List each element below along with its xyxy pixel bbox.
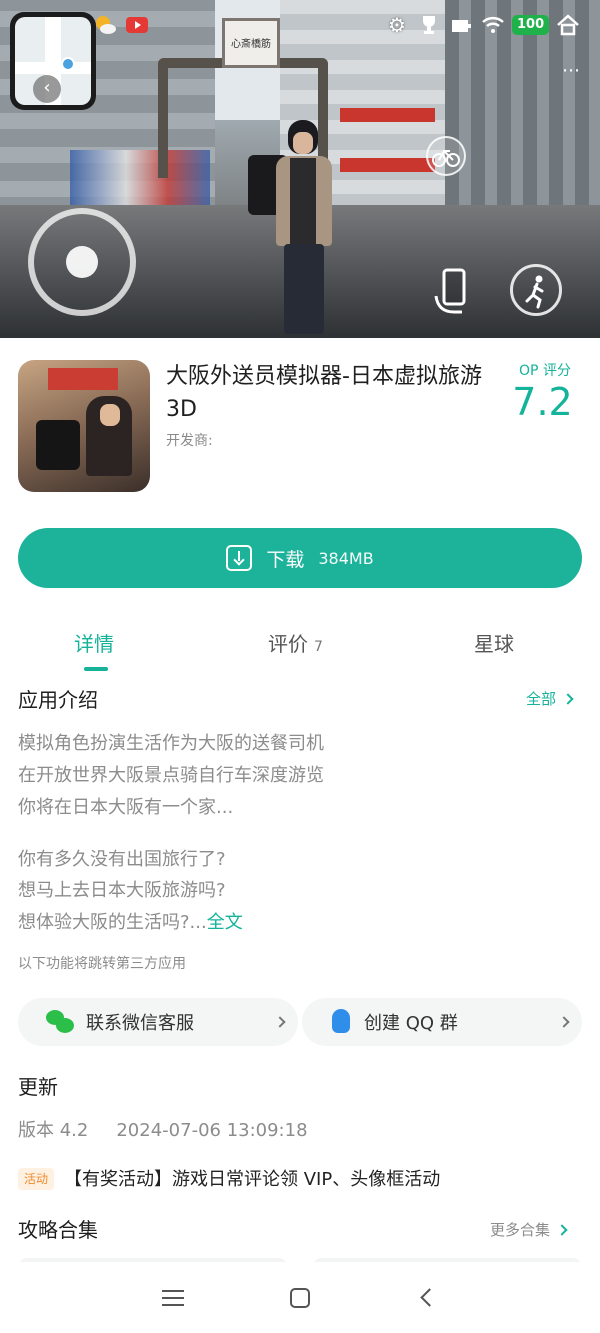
qq-label: 创建 QQ 群 xyxy=(364,1013,458,1034)
review-count: 7 xyxy=(314,639,323,655)
wechat-service-button[interactable]: 联系微信客服 xyxy=(18,998,298,1046)
intro-all-label: 全部 xyxy=(526,690,557,708)
op-rating-score: 7.2 xyxy=(512,380,573,424)
wifi-icon xyxy=(480,12,506,38)
op-rating-label: OP 评分 xyxy=(519,363,571,379)
phone-icon[interactable] xyxy=(432,266,478,316)
read-more-link[interactable]: 全文 xyxy=(207,912,243,933)
settings-icon[interactable]: ⚙ xyxy=(384,12,410,38)
intro-line: 你将在日本大阪有一个家... xyxy=(18,797,234,818)
home-button-icon[interactable] xyxy=(285,1283,315,1313)
wechat-label: 联系微信客服 xyxy=(86,1013,194,1034)
guides-more-link[interactable]: 更多合集 xyxy=(490,1219,568,1240)
create-qq-group-button[interactable]: 创建 QQ 群 xyxy=(302,998,582,1046)
tab-label: 评价 xyxy=(268,632,308,656)
tab-details[interactable]: 详情 xyxy=(74,628,114,657)
intro-line: 在开放世界大阪景点骑自行车深度游览 xyxy=(18,765,324,786)
bike-icon[interactable] xyxy=(426,136,466,176)
tab-label: 星球 xyxy=(474,632,514,656)
home-icon[interactable] xyxy=(555,12,581,38)
trophy-icon[interactable] xyxy=(416,12,442,38)
player-location-icon xyxy=(61,57,75,71)
guides-title: 攻略合集 xyxy=(18,1218,98,1242)
app-icon xyxy=(18,360,150,492)
download-size: 384MB xyxy=(318,548,374,568)
battery-icon: 100 xyxy=(512,15,550,35)
weather-icon xyxy=(92,12,118,38)
system-nav-bar xyxy=(0,1262,600,1333)
intro-line: 你有多久没有出国旅行了? xyxy=(18,849,226,870)
tab-planet[interactable]: 星球 xyxy=(474,628,514,657)
chevron-right-icon xyxy=(562,692,574,705)
chevron-right-icon xyxy=(274,1016,286,1028)
minimap[interactable]: ‹ xyxy=(10,12,96,110)
intro-all-link[interactable]: 全部 xyxy=(526,688,574,709)
tab-label: 详情 xyxy=(74,632,114,656)
intro-line: 模拟角色扮演生活作为大阪的送餐司机 xyxy=(18,733,324,754)
active-tab-indicator xyxy=(84,667,108,671)
version-number: 版本 4.2 xyxy=(18,1120,89,1141)
tab-reviews[interactable]: 评价 7 xyxy=(268,628,323,657)
guides-more-label: 更多合集 xyxy=(490,1221,551,1239)
joystick[interactable] xyxy=(28,208,136,316)
chevron-right-icon xyxy=(558,1016,570,1028)
minimap-back-icon[interactable]: ‹ xyxy=(33,75,61,103)
update-title: 更新 xyxy=(18,1075,58,1099)
arcade-sign: 心斎橋筋 xyxy=(222,18,280,68)
third-party-notice: 以下功能将跳转第三方应用 xyxy=(18,956,186,972)
more-icon[interactable]: ⋯ xyxy=(562,60,582,81)
developer-label: 开发商: xyxy=(166,433,213,449)
player-character xyxy=(268,120,338,335)
download-label: 下载 xyxy=(266,548,305,571)
app-title: 大阪外送员模拟器-日本虚拟旅游 3D xyxy=(166,364,482,422)
intro-line: 想体验大阪的生活吗?... xyxy=(18,912,207,933)
signal-icon xyxy=(448,12,474,38)
chevron-right-icon xyxy=(556,1223,568,1236)
game-screenshot-banner[interactable]: 心斎橋筋 ‹ ⚙ 100 ⋯ xyxy=(0,0,600,338)
intro-line: 想马上去日本大阪旅游吗? xyxy=(18,880,226,901)
qq-icon xyxy=(330,1009,352,1035)
download-icon xyxy=(226,545,253,571)
back-icon[interactable] xyxy=(412,1283,442,1313)
menu-icon[interactable] xyxy=(158,1283,188,1313)
version-info: 版本 4.2 2024-07-06 13:09:18 xyxy=(18,1116,308,1142)
hud-status-right: ⚙ 100 xyxy=(384,12,581,38)
sprint-icon[interactable] xyxy=(510,264,562,316)
event-link[interactable]: 【有奖活动】游戏日常评论领 VIP、头像框活动 xyxy=(64,1165,440,1191)
download-button[interactable]: 下载 384MB xyxy=(18,528,582,588)
intro-line-last: 想体验大阪的生活吗?...全文 xyxy=(18,908,243,934)
event-badge: 活动 xyxy=(18,1168,54,1190)
joystick-knob[interactable] xyxy=(66,246,98,278)
wechat-icon xyxy=(46,1010,74,1034)
update-date: 2024-07-06 13:09:18 xyxy=(116,1120,308,1141)
intro-title: 应用介绍 xyxy=(18,688,98,712)
hud-status-left xyxy=(92,12,150,38)
youtube-icon xyxy=(124,12,150,38)
